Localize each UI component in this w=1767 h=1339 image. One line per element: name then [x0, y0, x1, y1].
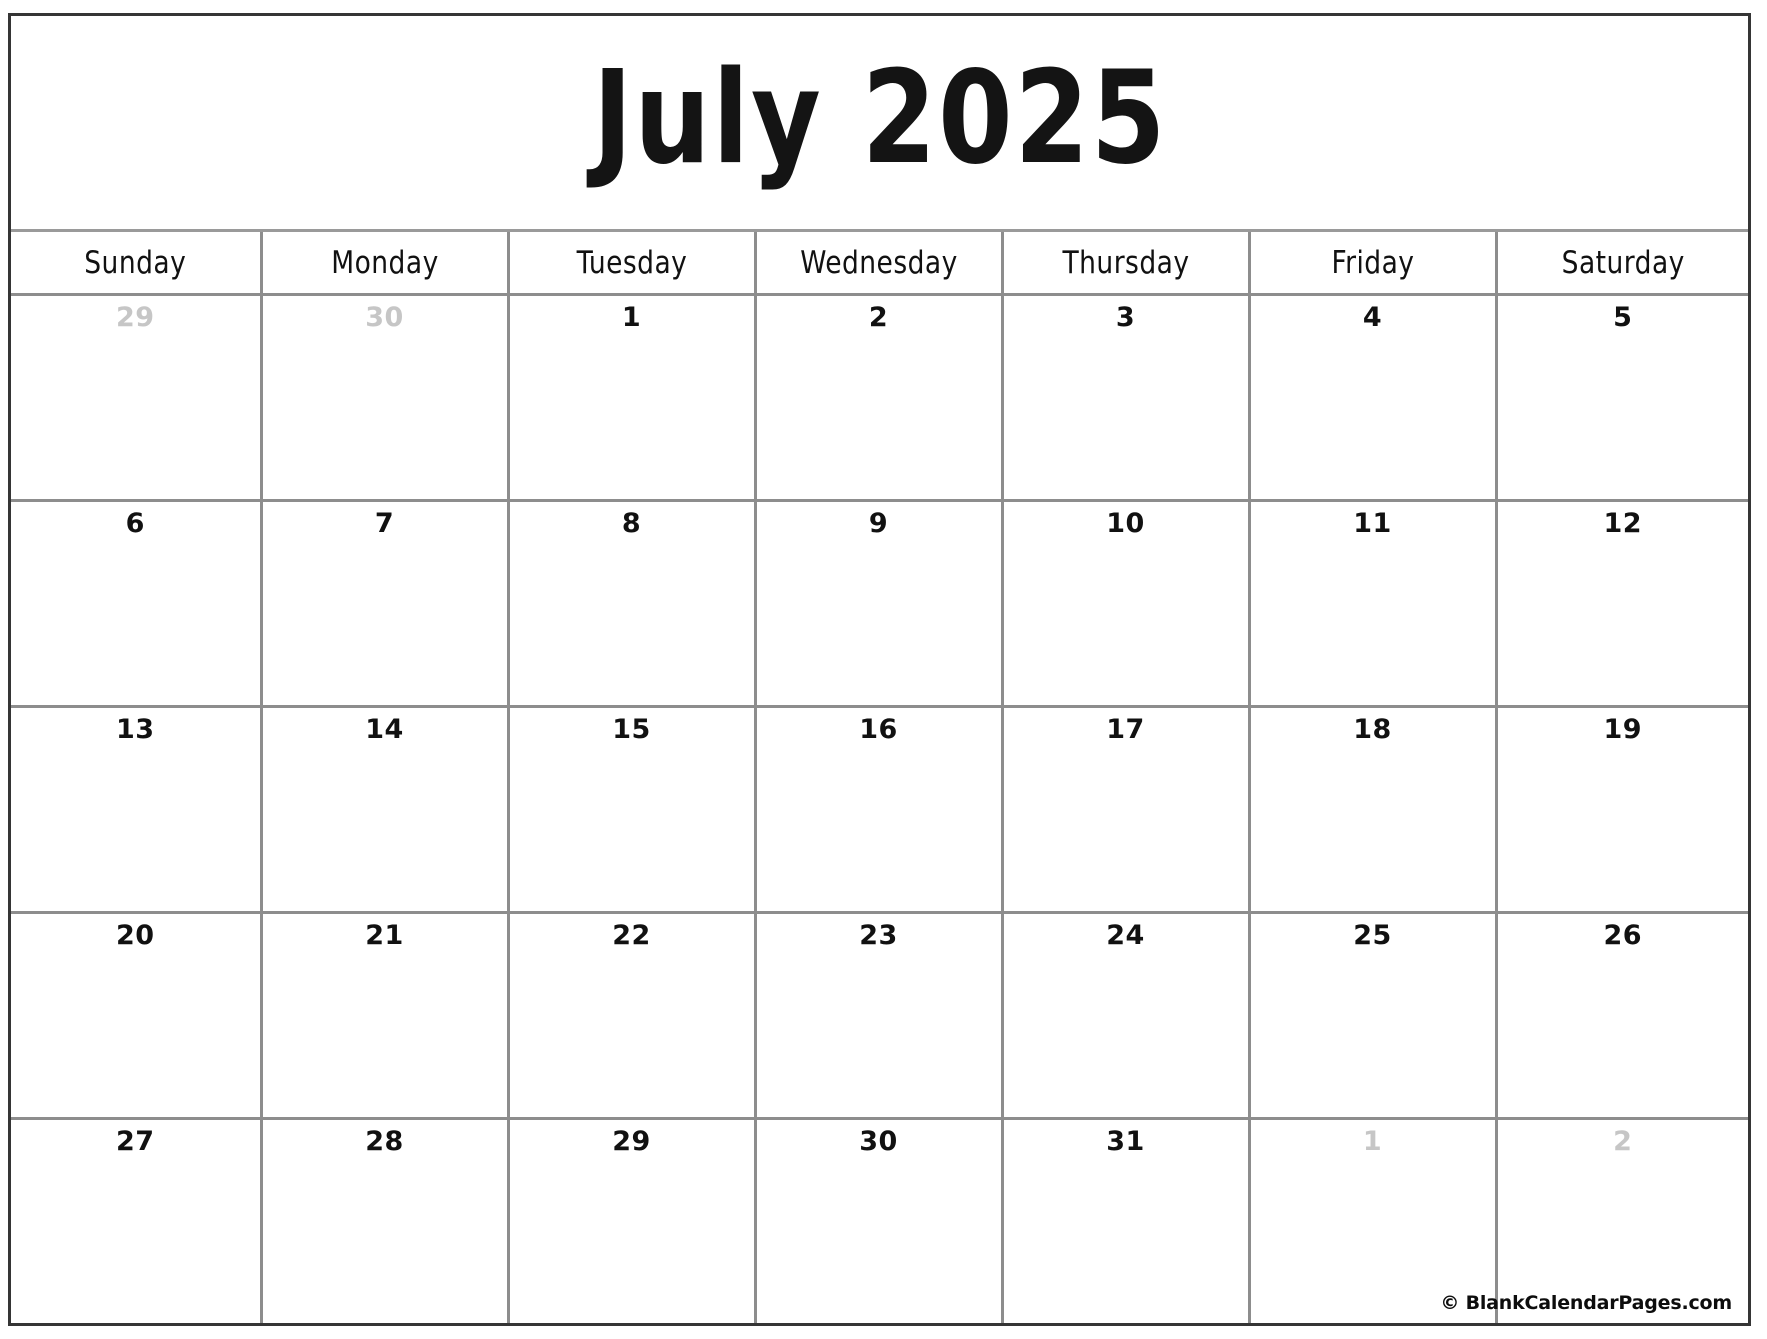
- day-cell[interactable]: 21: [262, 914, 510, 1117]
- day-cell[interactable]: 16: [756, 708, 1004, 911]
- day-cell[interactable]: 24: [1003, 914, 1251, 1117]
- weekday-label: Tuesday: [576, 244, 687, 281]
- day-number: 13: [115, 714, 155, 745]
- day-cell[interactable]: 8: [509, 502, 757, 705]
- day-number: 10: [1106, 508, 1145, 539]
- day-number-outside-month: 2: [1613, 1126, 1633, 1157]
- weekday-label: Monday: [330, 244, 439, 281]
- week-row: 29 30 1 2 3 4 5: [11, 296, 1748, 502]
- day-number: 26: [1603, 920, 1643, 951]
- day-cell[interactable]: 25: [1250, 914, 1498, 1117]
- day-cell[interactable]: 20: [11, 914, 263, 1117]
- day-number: 7: [374, 508, 395, 539]
- day-cell[interactable]: 29: [11, 296, 263, 499]
- day-number: 25: [1353, 920, 1392, 951]
- day-cell[interactable]: 27: [11, 1120, 263, 1323]
- day-cell[interactable]: 1: [509, 296, 757, 499]
- day-number: 21: [365, 920, 404, 951]
- day-cell[interactable]: 3: [1003, 296, 1251, 499]
- day-cell[interactable]: 18: [1250, 708, 1498, 911]
- day-number: 28: [365, 1126, 404, 1157]
- day-cell[interactable]: 30: [262, 296, 510, 499]
- day-cell[interactable]: 12: [1497, 502, 1748, 705]
- weekday-header-row: Sunday Monday Tuesday Wednesday Thursday Frid…: [11, 232, 1748, 296]
- day-number: 3: [1115, 302, 1136, 333]
- calendar-page: July 2025 Sunday Monday Tuesday Wednesday Th…: [8, 13, 1751, 1326]
- weekday-label: Wednesday: [799, 244, 958, 281]
- day-cell[interactable]: 5: [1497, 296, 1748, 499]
- weekday-header-cell-thursday: Thursday: [1003, 232, 1251, 293]
- day-cell[interactable]: 14: [262, 708, 510, 911]
- day-number: 4: [1362, 302, 1383, 333]
- day-number: 19: [1603, 714, 1643, 745]
- weekday-header-cell-wednesday: Wednesday: [756, 232, 1004, 293]
- calendar-title-band: July 2025: [11, 16, 1748, 232]
- day-cell[interactable]: 2: [756, 296, 1004, 499]
- day-number: 27: [115, 1126, 155, 1157]
- day-number: 12: [1603, 508, 1643, 539]
- day-cell[interactable]: 19: [1497, 708, 1748, 911]
- day-cell[interactable]: 29: [509, 1120, 757, 1323]
- calendar-grid: Sunday Monday Tuesday Wednesday Thursday Frid…: [11, 232, 1748, 1323]
- day-number-outside-month: 29: [115, 302, 155, 333]
- day-cell[interactable]: 28: [262, 1120, 510, 1323]
- day-number: 17: [1106, 714, 1145, 745]
- week-row: 13 14 15 16 17 18 19: [11, 708, 1748, 914]
- day-cell[interactable]: 9: [756, 502, 1004, 705]
- day-number: 18: [1353, 714, 1392, 745]
- day-cell[interactable]: 11: [1250, 502, 1498, 705]
- day-number: 1: [621, 302, 642, 333]
- day-cell[interactable]: 30: [756, 1120, 1004, 1323]
- page-title: July 2025: [592, 43, 1167, 193]
- day-number: 16: [859, 714, 898, 745]
- weekday-label: Sunday: [84, 244, 187, 281]
- day-cell[interactable]: 26: [1497, 914, 1748, 1117]
- day-number-outside-month: 1: [1362, 1126, 1383, 1157]
- day-cell[interactable]: 31: [1003, 1120, 1251, 1323]
- weekday-header-cell-sunday: Sunday: [11, 232, 263, 293]
- day-cell[interactable]: 13: [11, 708, 263, 911]
- day-number: 14: [365, 714, 404, 745]
- day-number: 24: [1106, 920, 1145, 951]
- weekday-header-cell-friday: Friday: [1250, 232, 1498, 293]
- day-cell[interactable]: 4: [1250, 296, 1498, 499]
- weekday-header-cell-tuesday: Tuesday: [509, 232, 757, 293]
- day-number: 30: [859, 1126, 898, 1157]
- weekday-label: Saturday: [1561, 244, 1685, 281]
- day-cell[interactable]: 22: [509, 914, 757, 1117]
- day-cell[interactable]: 7: [262, 502, 510, 705]
- weekday-label: Thursday: [1062, 244, 1190, 281]
- day-cell[interactable]: 17: [1003, 708, 1251, 911]
- day-number: 20: [115, 920, 155, 951]
- day-number: 11: [1353, 508, 1392, 539]
- day-number: 23: [859, 920, 898, 951]
- week-row: 20 21 22 23 24 25 26: [11, 914, 1748, 1120]
- week-row: 6 7 8 9 10 11 12: [11, 502, 1748, 708]
- weekday-header-cell-monday: Monday: [262, 232, 510, 293]
- day-number: 29: [612, 1126, 651, 1157]
- day-number: 2: [868, 302, 889, 333]
- day-number: 15: [612, 714, 651, 745]
- weekday-header-cell-saturday: Saturday: [1497, 232, 1748, 293]
- site-credit: © BlankCalendarPages.com: [1440, 1292, 1732, 1314]
- day-cell[interactable]: 15: [509, 708, 757, 911]
- day-cell[interactable]: 23: [756, 914, 1004, 1117]
- day-number: 22: [612, 920, 651, 951]
- day-number-outside-month: 30: [365, 302, 404, 333]
- day-number: 8: [621, 508, 642, 539]
- day-number: 31: [1106, 1126, 1145, 1157]
- day-cell[interactable]: 10: [1003, 502, 1251, 705]
- day-cell[interactable]: 6: [11, 502, 263, 705]
- day-number: 9: [868, 508, 889, 539]
- day-number: 5: [1613, 302, 1633, 333]
- weekday-label: Friday: [1331, 244, 1414, 281]
- day-number: 6: [125, 508, 145, 539]
